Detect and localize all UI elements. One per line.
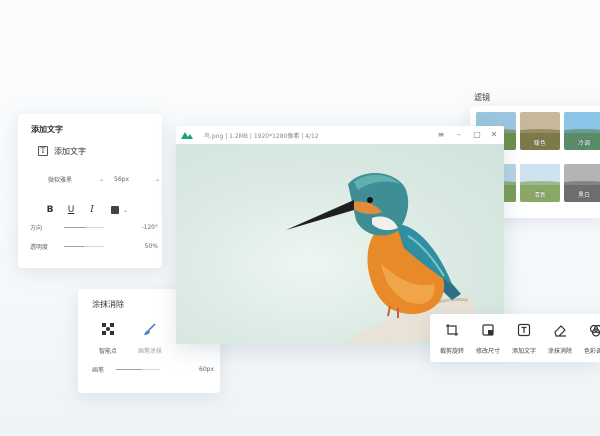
brush-tool-label: 画笔涂抹 [137,348,162,355]
direction-slider-fill [64,226,86,228]
text-icon: T [38,146,48,156]
brush-size-row: 画笔 60px [92,363,214,375]
color-adjust-label: 色彩调节 [583,348,600,355]
font-family-value: 微软雅黑 [48,176,73,184]
crop-icon [446,324,458,336]
chevron-down-icon: ⌄ [154,175,160,183]
add-text-panel: 添加文字 T 添加文字 微软雅黑 ⌄ 56px ⌄ B U I ⌄ 方向 -12… [18,114,162,268]
chevron-down-icon[interactable]: ⌄ [123,207,128,214]
brush-icon [144,323,156,335]
italic-button[interactable]: I [86,204,98,216]
underline-button[interactable]: U [65,204,77,216]
erase-panel-title: 涂抹消除 [92,300,124,309]
opacity-slider-row: 透明度 50% [30,240,158,252]
direction-slider-row: 方向 -120° [30,221,158,233]
filter-thumb[interactable]: 黑白 [564,164,600,202]
file-info: 鸟.png | 1.2MB | 1920*1280像素 | 4/12 [204,132,319,140]
direction-label: 方向 [30,224,43,232]
filter-thumb-label: 暖色 [533,140,546,147]
bold-button[interactable]: B [44,204,56,216]
resize-label: 修改尺寸 [475,348,500,355]
format-toolbar: B U I ⌄ [44,204,128,216]
smart-point-icon [102,323,114,335]
menu-icon[interactable]: ≡ [436,130,446,140]
brush-size-fill [116,368,143,370]
opacity-slider-fill [64,245,84,247]
minimize-icon[interactable]: – [454,130,464,140]
smart-point-label: 智能点 [98,348,117,355]
font-size-select[interactable]: 56px ⌄ [114,172,160,186]
add-text-panel-title: 添加文字 [31,125,63,134]
erase-action-label: 涂抹消除 [547,348,572,355]
crop-rotate-label: 裁剪旋转 [439,348,464,355]
filter-panel-title: 滤镜 [474,93,490,102]
brush-size-label: 画笔 [92,366,105,374]
filter-thumb[interactable]: 冷调 [564,112,600,150]
opacity-slider[interactable] [64,245,104,247]
filter-thumb[interactable]: 暖色 [520,112,560,150]
opacity-label: 透明度 [30,243,49,251]
brush-size-slider[interactable] [116,368,160,370]
image-viewer-window: 鸟.png | 1.2MB | 1920*1280像素 | 4/12 ≡ – □… [176,126,504,344]
eraser-icon [554,325,566,337]
resize-button[interactable]: 修改尺寸 [470,322,506,355]
chevron-down-icon: ⌄ [98,175,104,183]
brush-size-value: 60px [199,365,214,373]
font-size-value: 56px [114,175,129,183]
opacity-value: 50% [144,242,158,250]
erase-action-button[interactable]: 涂抹消除 [542,322,578,355]
add-text-action-button[interactable]: 添加文字 [506,322,542,355]
action-toolbar: 裁剪旋转 修改尺寸 添加文字 涂抹消除 色彩调节 [430,314,600,362]
filter-thumb-label: 黑白 [577,192,590,199]
text-color-picker[interactable] [111,206,119,214]
color-adjust-icon [589,324,600,337]
maximize-icon[interactable]: □ [472,130,482,140]
crop-rotate-button[interactable]: 裁剪旋转 [434,322,470,355]
add-text-button[interactable]: T 添加文字 [38,144,86,158]
filter-thumb-label: 冷调 [577,140,590,147]
color-adjust-button[interactable]: 色彩调节 [578,322,600,355]
smart-point-tool[interactable]: 智能点 [88,321,128,355]
close-icon[interactable]: ✕ [489,130,499,140]
font-family-select[interactable]: 微软雅黑 ⌄ [48,172,104,186]
filter-thumb-label: 清新 [533,192,546,199]
direction-value: -120° [141,223,158,231]
text-box-icon [517,323,531,337]
resize-icon [482,324,494,336]
app-logo-icon [181,132,193,139]
direction-slider[interactable] [64,226,104,228]
add-text-action-label: 添加文字 [511,348,536,355]
brush-tool[interactable]: 画笔涂抹 [130,321,170,355]
filter-thumb[interactable]: 清新 [520,164,560,202]
add-text-button-label: 添加文字 [54,146,86,156]
